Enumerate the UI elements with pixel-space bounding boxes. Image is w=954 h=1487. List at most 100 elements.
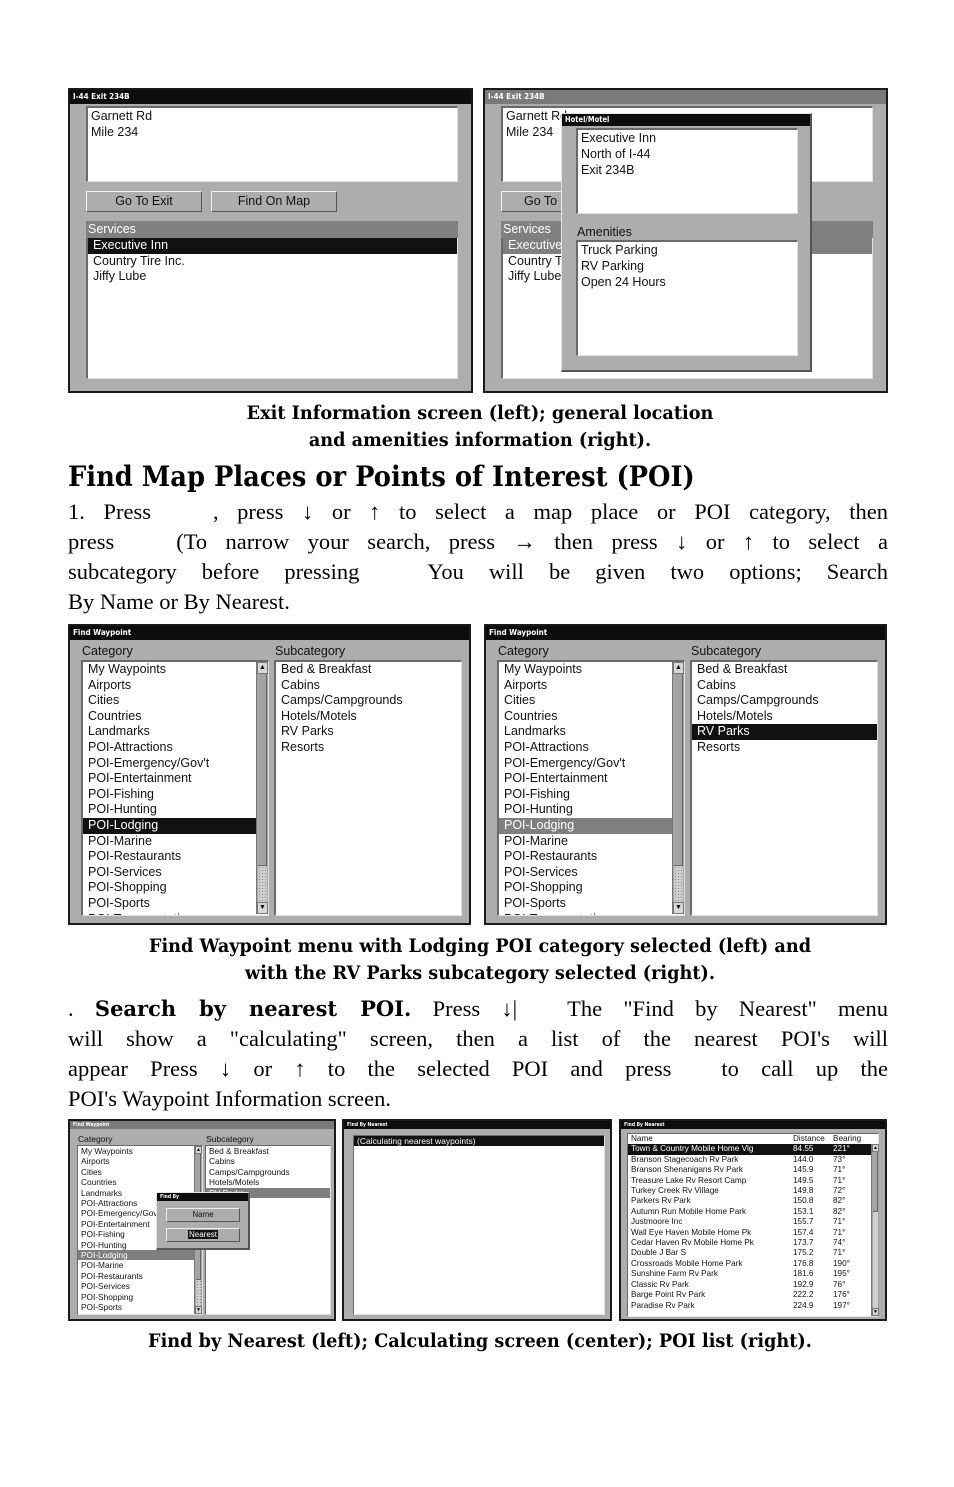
list-item[interactable]: POI-Attractions (499, 740, 684, 756)
list-item[interactable]: POI-Marine (78, 1260, 202, 1270)
scroll-up-icon[interactable]: ▲ (673, 662, 684, 674)
list-item[interactable]: POI-Marine (83, 834, 268, 850)
list-item[interactable]: Bed & Breakfast (276, 662, 461, 678)
table-row[interactable]: Paradise Rv Park 224.9 197° (628, 1301, 878, 1311)
list-item[interactable]: RV Parks (692, 724, 877, 740)
list-item[interactable]: Cabins (692, 678, 877, 694)
list-item[interactable]: POI-Shopping (499, 880, 684, 896)
list-item[interactable]: My Waypoints (499, 662, 684, 678)
category-scrollbar[interactable]: ▲ ▼ (256, 662, 268, 914)
table-row[interactable]: Autumn Run Mobile Home Park 153.1 82° (628, 1207, 878, 1217)
list-item[interactable]: POI-Restaurants (499, 849, 684, 865)
list-item[interactable]: Resorts (276, 740, 461, 756)
list-item[interactable]: POI-Services (83, 865, 268, 881)
list-item[interactable]: POI-Sports (83, 896, 268, 912)
list-item[interactable]: POI-Emergency/Gov't (499, 756, 684, 772)
list-item[interactable]: POI-Shopping (83, 880, 268, 896)
list-item[interactable]: POI-Transportation (78, 1313, 202, 1315)
list-item[interactable]: POI-Entertainment (83, 771, 268, 787)
table-row[interactable]: Town & Country Mobile Home Vlg 84.55 221° (628, 1144, 878, 1155)
list-item[interactable]: POI-Attractions (83, 740, 268, 756)
list-item[interactable]: Bed & Breakfast (692, 662, 877, 678)
poi-scrollbar[interactable]: ▲ ▼ (871, 1144, 879, 1316)
scroll-track[interactable] (196, 1280, 201, 1306)
list-item[interactable]: Hotels/Motels (276, 709, 461, 725)
table-row[interactable]: Branson Shenanigans Rv Park 145.9 71° (628, 1165, 878, 1175)
table-row[interactable]: Turkey Creek Rv Village 149.8 72° (628, 1186, 878, 1196)
scroll-thumb[interactable] (873, 1152, 878, 1212)
list-item[interactable]: POI-Hunting (83, 802, 268, 818)
column-header-name[interactable]: Name (631, 1134, 793, 1144)
table-row[interactable]: Sunshine Farm Rv Park 181.6 195° (628, 1269, 878, 1279)
table-row[interactable]: Classic Rv Park 192.9 76° (628, 1280, 878, 1290)
list-item[interactable]: Camps/Campgrounds (692, 693, 877, 709)
column-header-bearing[interactable]: Bearing (833, 1134, 873, 1144)
list-item[interactable]: Cities (78, 1167, 202, 1177)
list-item[interactable]: POI-Hunting (499, 802, 684, 818)
list-item[interactable]: Bed & Breakfast (206, 1146, 330, 1156)
list-item[interactable]: POI-Transportation (499, 912, 684, 916)
scroll-thumb[interactable] (258, 674, 267, 866)
list-item[interactable]: POI-Lodging (78, 1250, 202, 1261)
list-item[interactable]: Airports (499, 678, 684, 694)
list-item[interactable]: RV Parks (276, 724, 461, 740)
table-row[interactable]: Cedar Haven Rv Mobile Home Pk 173.7 74° (628, 1238, 878, 1248)
list-item[interactable]: Hotels/Motels (692, 709, 877, 725)
table-row[interactable]: Barge Point Rv Park 222.2 176° (628, 1290, 878, 1300)
scroll-up-icon[interactable]: ▲ (257, 662, 268, 674)
list-item[interactable]: Cabins (206, 1156, 330, 1166)
list-item[interactable]: My Waypoints (78, 1146, 202, 1156)
list-item[interactable]: Countries (83, 709, 268, 725)
list-item[interactable]: POI-Services (499, 865, 684, 881)
list-item[interactable]: Cabins (276, 678, 461, 694)
table-row[interactable]: Justmoore Inc 155.7 71° (628, 1217, 878, 1227)
scroll-up-icon[interactable]: ▲ (872, 1144, 879, 1152)
scroll-track[interactable] (674, 866, 683, 902)
list-item[interactable]: POI-Lodging (499, 817, 684, 834)
list-item[interactable]: POI-Entertainment (499, 771, 684, 787)
list-item[interactable]: POI-Marine (499, 834, 684, 850)
scroll-down-icon[interactable]: ▼ (673, 902, 684, 914)
list-item[interactable]: Countries (499, 709, 684, 725)
list-item[interactable]: Airports (83, 678, 268, 694)
list-item[interactable]: Hotels/Motels (206, 1177, 330, 1187)
column-header-distance[interactable]: Distance (793, 1134, 833, 1144)
list-item[interactable]: Countries (78, 1177, 202, 1187)
go-to-exit-button[interactable]: Go To Exit (86, 191, 202, 212)
list-item[interactable]: POI-Fishing (83, 787, 268, 803)
service-item[interactable]: Country Tire Inc. (88, 254, 457, 270)
list-item[interactable]: Cities (499, 693, 684, 709)
list-item[interactable]: POI-Sports (499, 896, 684, 912)
list-item[interactable]: POI-Sports (78, 1302, 202, 1312)
list-item[interactable]: Airports (78, 1156, 202, 1166)
list-item[interactable]: Landmarks (83, 724, 268, 740)
table-row[interactable]: Parkers Rv Park 150.8 82° (628, 1196, 878, 1206)
find-on-map-button[interactable]: Find On Map (211, 191, 337, 212)
table-row[interactable]: Crossroads Mobile Home Park 176.8 190° (628, 1259, 878, 1269)
scroll-track[interactable] (873, 1212, 878, 1308)
list-item[interactable]: POI-Emergency/Gov't (83, 756, 268, 772)
list-item[interactable]: Resorts (692, 740, 877, 756)
scroll-down-icon[interactable]: ▼ (195, 1306, 202, 1314)
table-row[interactable]: Branson Stagecoach Rv Park 144.0 73° (628, 1155, 878, 1165)
table-row[interactable]: Double J Bar S 175.2 71° (628, 1248, 878, 1258)
scroll-down-icon[interactable]: ▼ (872, 1308, 879, 1316)
list-item[interactable]: Landmarks (499, 724, 684, 740)
scroll-thumb[interactable] (674, 674, 683, 866)
list-item[interactable]: POI-Fishing (499, 787, 684, 803)
list-item[interactable]: POI-Restaurants (83, 849, 268, 865)
list-item[interactable]: Camps/Campgrounds (276, 693, 461, 709)
list-item[interactable]: Cities (83, 693, 268, 709)
list-item[interactable]: POI-Lodging (83, 817, 268, 834)
list-item[interactable]: Camps/Campgrounds (206, 1167, 330, 1177)
find-by-nearest-button[interactable]: Nearest (166, 1228, 240, 1242)
service-item[interactable]: Executive Inn (88, 238, 457, 254)
scroll-up-icon[interactable]: ▲ (195, 1146, 202, 1154)
list-item[interactable]: POI-Shopping (78, 1292, 202, 1302)
scroll-down-icon[interactable]: ▼ (257, 902, 268, 914)
table-row[interactable]: Wall Eye Haven Mobile Home Pk 157.4 71° (628, 1228, 878, 1238)
service-item[interactable]: Jiffy Lube (88, 269, 457, 285)
list-item[interactable]: POI-Services (78, 1281, 202, 1291)
scroll-track[interactable] (258, 866, 267, 902)
find-by-name-button[interactable]: Name (166, 1208, 240, 1222)
